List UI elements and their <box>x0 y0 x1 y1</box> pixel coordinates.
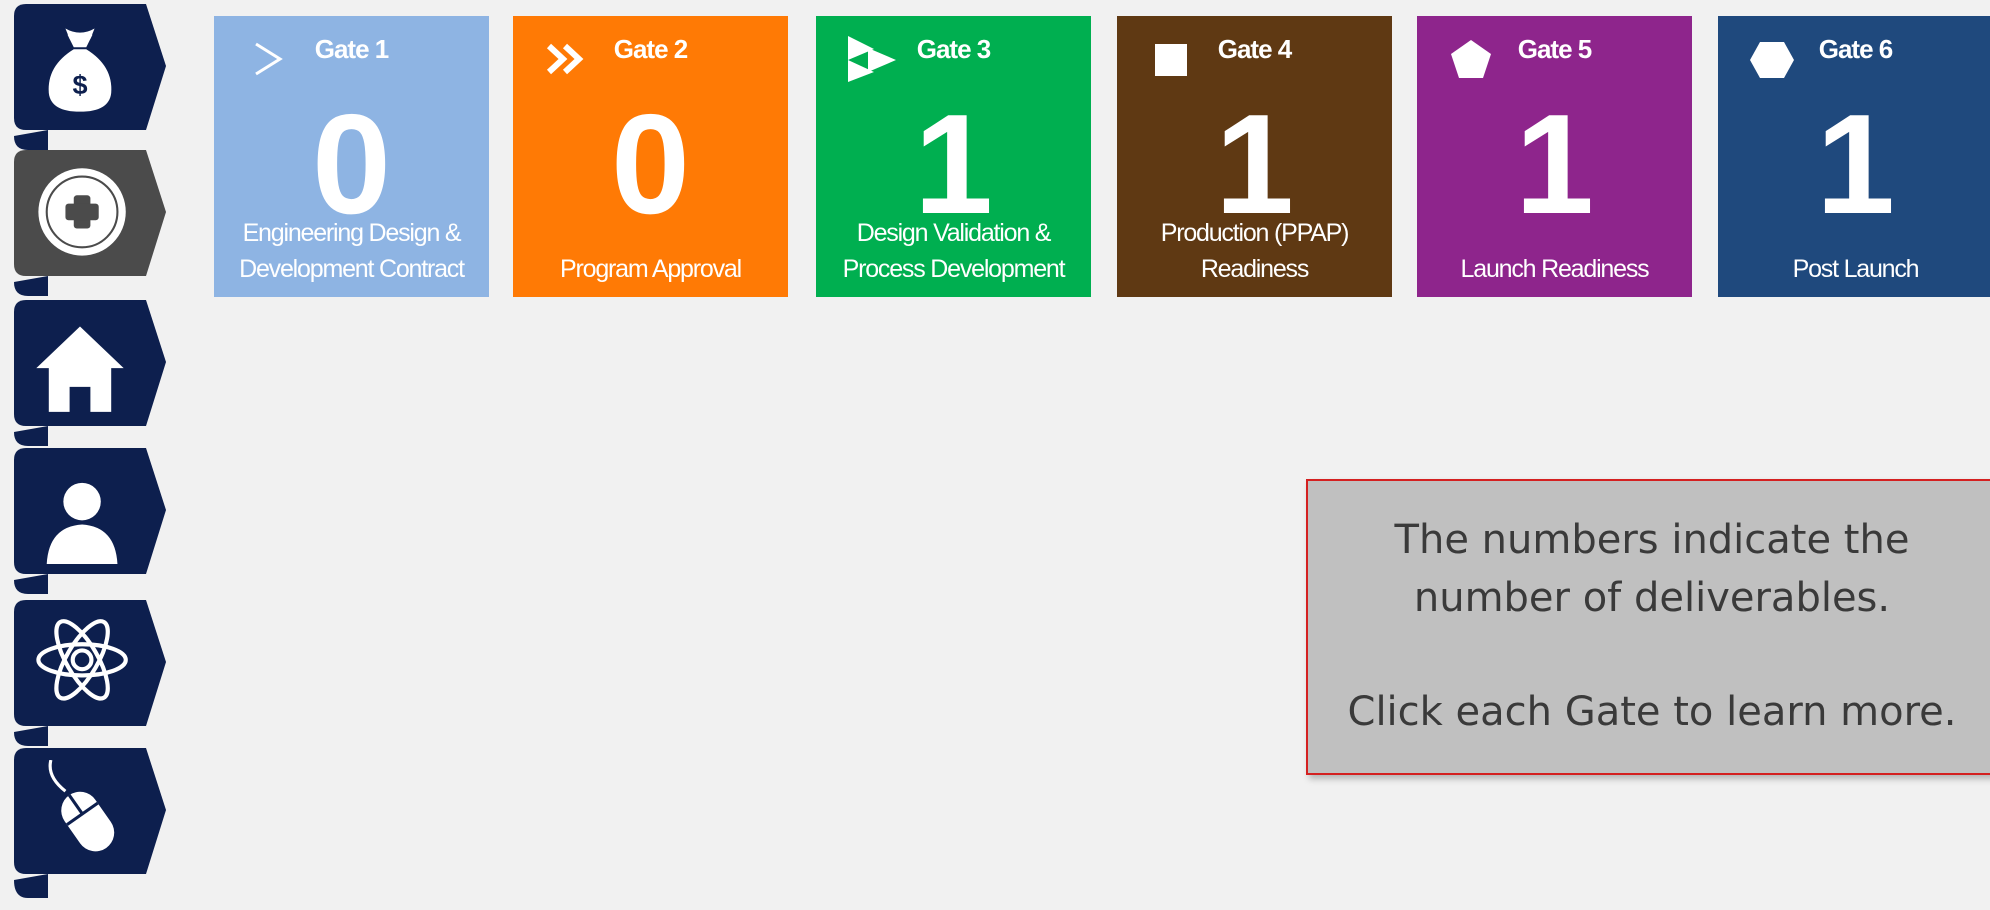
gate-subtitle: Production (PPAP) Readiness <box>1160 219 1350 283</box>
gate-subtitle: Launch Readiness <box>1460 255 1650 283</box>
sidebar-tab-user[interactable] <box>8 448 166 594</box>
gate-title: Gate 1 <box>314 34 390 64</box>
gate-6-tile[interactable]: Gate 6 1 Post Launch <box>1718 16 1990 297</box>
sidebar-nav: $ <box>0 0 170 910</box>
info-line-3: Click each Gate to learn more. <box>1347 689 1957 735</box>
mouse-icon <box>28 760 132 864</box>
user-icon <box>28 460 132 564</box>
sidebar-tab-mouse[interactable] <box>8 748 166 898</box>
gate-subtitle: Post Launch <box>1792 255 1920 283</box>
gate-subtitle: Design Validation & Process Development <box>842 219 1066 283</box>
sidebar-tab-home[interactable] <box>8 300 166 446</box>
gate-subtitle: Program Approval <box>560 255 742 283</box>
home-icon <box>28 312 132 416</box>
sidebar-tab-funding[interactable]: $ <box>8 4 166 150</box>
gate-title: Gate 2 <box>613 34 689 64</box>
gate-title: Gate 6 <box>1818 34 1894 64</box>
money-bag-icon: $ <box>28 16 132 120</box>
plus-circle-icon <box>28 162 132 266</box>
gate-5-tile[interactable]: Gate 5 1 Launch Readiness <box>1417 16 1692 297</box>
gate-4-tile[interactable]: Gate 4 1 Production (PPAP) Readiness <box>1117 16 1392 297</box>
gate-title: Gate 5 <box>1517 34 1593 64</box>
info-callout: The numbers indicate the number of deliv… <box>1306 479 1990 775</box>
deliverable-count: 0 <box>611 85 690 244</box>
atom-icon <box>28 612 132 716</box>
sidebar-tab-add[interactable] <box>8 150 166 296</box>
gate-subtitle: Engineering Design & Development Contrac… <box>239 219 465 283</box>
gate-title: Gate 3 <box>916 34 992 64</box>
gate-3-tile[interactable]: Gate 3 1 Design Validation & Process Dev… <box>816 16 1091 297</box>
deliverable-count: 1 <box>1816 85 1895 244</box>
sidebar-tab-science[interactable] <box>8 600 166 746</box>
svg-text:$: $ <box>72 70 87 100</box>
gate-2-tile[interactable]: Gate 2 0 Program Approval <box>513 16 788 297</box>
info-line-1: The numbers indicate the <box>1394 517 1910 563</box>
info-line-2: number of deliverables. <box>1413 575 1891 621</box>
deliverable-count: 1 <box>1515 85 1594 244</box>
gate-1-tile[interactable]: Gate 1 0 Engineering Design & Developmen… <box>214 16 489 297</box>
gate-title: Gate 4 <box>1217 34 1293 64</box>
